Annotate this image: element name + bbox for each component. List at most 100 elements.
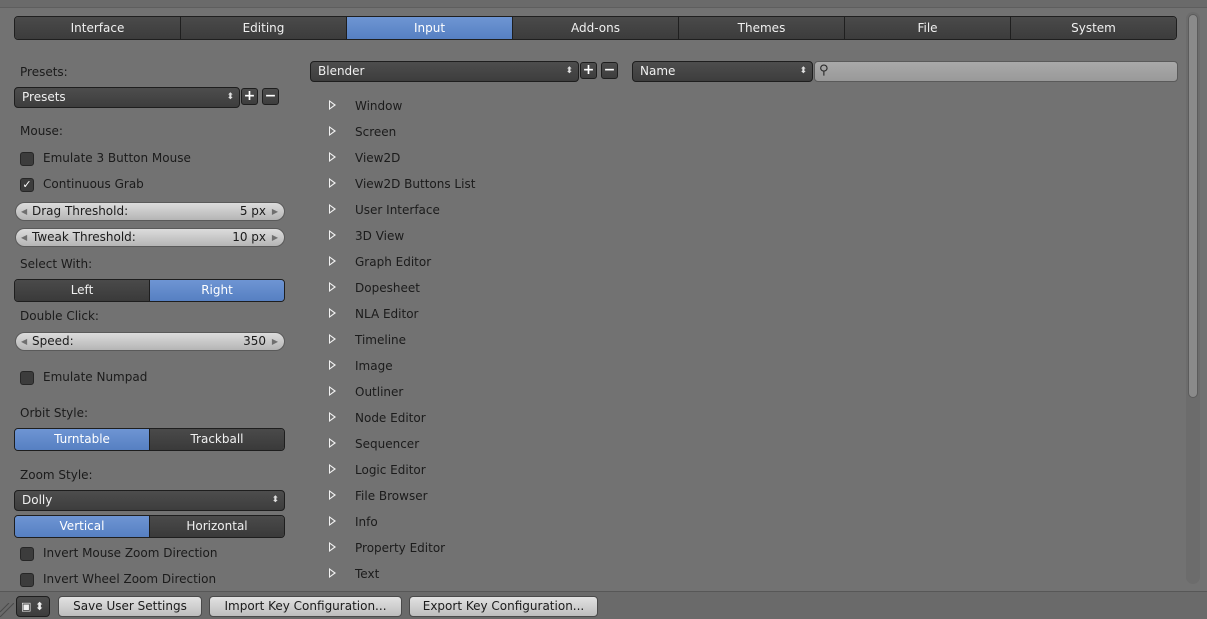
increment-arrow-icon[interactable]: ▶ (272, 203, 278, 220)
keymap-item-dopesheet[interactable]: Dopesheet (326, 276, 726, 302)
expand-triangle-icon[interactable] (329, 568, 336, 578)
select-with-right-button[interactable]: Right (149, 280, 284, 301)
keymap-item-view2d[interactable]: View2D (326, 146, 726, 172)
select-with-left-button[interactable]: Left (15, 280, 149, 301)
expand-triangle-icon[interactable] (329, 490, 336, 500)
area-resize-corner-icon[interactable] (0, 603, 14, 617)
expand-triangle-icon[interactable] (329, 256, 336, 266)
import-key-configuration-button[interactable]: Import Key Configuration... (209, 596, 402, 617)
keymap-item-timeline[interactable]: Timeline (326, 328, 726, 354)
increment-arrow-icon[interactable]: ▶ (272, 333, 278, 350)
export-key-configuration-button[interactable]: Export Key Configuration... (409, 596, 598, 617)
expand-triangle-icon[interactable] (329, 126, 336, 136)
expand-triangle-icon[interactable] (329, 516, 336, 526)
keymap-item-nla-editor[interactable]: NLA Editor (326, 302, 726, 328)
checkbox-label: Emulate Numpad (43, 370, 148, 384)
tweak-threshold-label: Tweak Threshold: (32, 230, 136, 244)
keymap-item-screen[interactable]: Screen (326, 120, 726, 146)
expand-triangle-icon[interactable] (329, 308, 336, 318)
zoom-vertical-button[interactable]: Vertical (15, 516, 149, 537)
expand-triangle-icon[interactable] (329, 412, 336, 422)
decrement-arrow-icon[interactable]: ◀ (21, 333, 27, 350)
checkbox-box (20, 573, 34, 587)
keymap-item-3d-view[interactable]: 3D View (326, 224, 726, 250)
keymap-item-user-interface[interactable]: User Interface (326, 198, 726, 224)
checkbox-label: Invert Wheel Zoom Direction (43, 572, 217, 586)
checkbox-label: Invert Mouse Zoom Direction (43, 546, 218, 560)
keymap-item-info[interactable]: Info (326, 510, 726, 536)
checkmark-icon: ✓ (20, 178, 34, 192)
keymap-item-image[interactable]: Image (326, 354, 726, 380)
tab-editing[interactable]: Editing (181, 17, 347, 39)
zoom-style-heading: Zoom Style: (20, 468, 93, 482)
keymap-item-graph-editor[interactable]: Graph Editor (326, 250, 726, 276)
filter-type-value: Name (640, 64, 676, 78)
presets-dropdown-value: Presets (22, 90, 66, 104)
keymap-item-outliner[interactable]: Outliner (326, 380, 726, 406)
tab-input[interactable]: Input (347, 17, 513, 39)
bottom-header: ▣ ⬍ Save User Settings Import Key Config… (0, 591, 1207, 619)
keymap-item-window[interactable]: Window (326, 94, 726, 120)
user-preferences-window: Interface Editing Input Add-ons Themes F… (0, 0, 1207, 619)
remove-preset-button[interactable]: − (262, 88, 279, 105)
mouse-heading: Mouse: (20, 124, 63, 138)
expand-triangle-icon[interactable] (329, 100, 336, 110)
tab-themes[interactable]: Themes (679, 17, 845, 39)
decrement-arrow-icon[interactable]: ◀ (21, 229, 27, 246)
save-user-settings-button[interactable]: Save User Settings (58, 596, 202, 617)
keymap-item-property-editor[interactable]: Property Editor (326, 536, 726, 562)
checkbox-box (20, 152, 34, 166)
zoom-horizontal-button[interactable]: Horizontal (149, 516, 284, 537)
drag-threshold-field[interactable]: ◀ Drag Threshold: 5 px ▶ (15, 202, 285, 221)
filter-type-dropdown[interactable]: Name ⬍ (632, 61, 813, 82)
remove-keyconfig-button[interactable]: − (601, 62, 618, 79)
increment-arrow-icon[interactable]: ▶ (272, 229, 278, 246)
decrement-arrow-icon[interactable]: ◀ (21, 203, 27, 220)
expand-triangle-icon[interactable] (329, 542, 336, 552)
keymap-item-node-editor[interactable]: Node Editor (326, 406, 726, 432)
expand-triangle-icon[interactable] (329, 334, 336, 344)
add-keyconfig-button[interactable]: + (580, 62, 597, 79)
keymap-item-label: Outliner (355, 385, 404, 399)
tab-add-ons[interactable]: Add-ons (513, 17, 679, 39)
keymap-item-text[interactable]: Text (326, 562, 726, 588)
zoom-style-dropdown[interactable]: Dolly ⬍ (14, 490, 285, 511)
orbit-trackball-button[interactable]: Trackball (149, 429, 284, 450)
expand-triangle-icon[interactable] (329, 230, 336, 240)
expand-triangle-icon[interactable] (329, 386, 336, 396)
expand-triangle-icon[interactable] (329, 178, 336, 188)
keymap-item-label: View2D (355, 151, 401, 165)
plus-icon: + (243, 88, 256, 104)
keymap-item-sequencer[interactable]: Sequencer (326, 432, 726, 458)
tab-system[interactable]: System (1011, 17, 1176, 39)
tweak-threshold-field[interactable]: ◀ Tweak Threshold: 10 px ▶ (15, 228, 285, 247)
editor-type-selector[interactable]: ▣ ⬍ (16, 596, 50, 617)
expand-triangle-icon[interactable] (329, 464, 336, 474)
select-with-toggle: Left Right (14, 279, 285, 302)
tab-interface[interactable]: Interface (15, 17, 181, 39)
orbit-turntable-button[interactable]: Turntable (15, 429, 149, 450)
expand-triangle-icon[interactable] (329, 204, 336, 214)
expand-triangle-icon[interactable] (329, 282, 336, 292)
keyconfig-dropdown[interactable]: Blender ⬍ (310, 61, 579, 82)
keymap-item-logic-editor[interactable]: Logic Editor (326, 458, 726, 484)
keymap-item-label: View2D Buttons List (355, 177, 476, 191)
checkbox-box (20, 547, 34, 561)
keymap-item-label: User Interface (355, 203, 440, 217)
presets-dropdown[interactable]: Presets ⬍ (14, 87, 240, 108)
updown-icon: ⬍ (271, 495, 279, 505)
checkbox-box (20, 371, 34, 385)
keymap-item-label: 3D View (355, 229, 405, 243)
add-preset-button[interactable]: + (241, 88, 258, 105)
keymap-item-label: Text (355, 567, 380, 581)
tab-file[interactable]: File (845, 17, 1011, 39)
expand-triangle-icon[interactable] (329, 360, 336, 370)
keymap-item-view2d-buttons-list[interactable]: View2D Buttons List (326, 172, 726, 198)
keymap-item-label: Dopesheet (355, 281, 420, 295)
keymap-item-file-browser[interactable]: File Browser (326, 484, 726, 510)
expand-triangle-icon[interactable] (329, 438, 336, 448)
vertical-scrollbar-thumb[interactable] (1188, 14, 1198, 398)
expand-triangle-icon[interactable] (329, 152, 336, 162)
double-click-speed-field[interactable]: ◀ Speed: 350 ▶ (15, 332, 285, 351)
keymap-search-field[interactable]: ⚲ (814, 61, 1178, 82)
